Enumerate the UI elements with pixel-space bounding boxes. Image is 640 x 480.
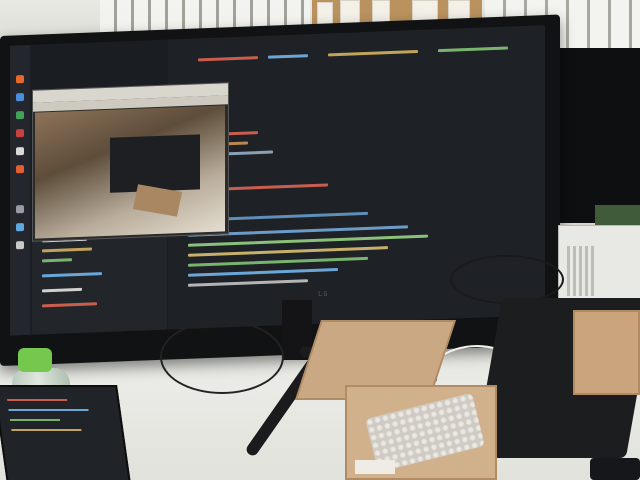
- dock-icon-gray[interactable]: [16, 147, 24, 156]
- dock-icon-gray[interactable]: [16, 205, 24, 214]
- code-line: [188, 256, 368, 267]
- black-cable: [450, 255, 564, 304]
- code-line: [7, 399, 68, 401]
- dock-icon-blue[interactable]: [16, 223, 24, 232]
- bottle-cap: [18, 348, 52, 372]
- code-line: [42, 258, 72, 263]
- laptop-screen: [0, 385, 131, 480]
- code-line: [188, 279, 308, 287]
- dock-icon-blue[interactable]: [16, 93, 24, 102]
- code-line: [9, 419, 61, 421]
- code-line: [188, 234, 428, 247]
- main-monitor: [0, 14, 560, 367]
- psu-vent-grille: [567, 246, 597, 296]
- monitor-logo: LG: [318, 290, 329, 298]
- smartphone: [590, 458, 640, 480]
- code-line: [228, 211, 368, 221]
- camera-feed-image: [35, 105, 225, 239]
- camera-preview-window[interactable]: [32, 82, 229, 242]
- code-line: [42, 287, 82, 293]
- code-line: [268, 54, 308, 59]
- code-line: [198, 56, 258, 62]
- dock-icon-red[interactable]: [16, 129, 24, 138]
- code-line: [188, 246, 388, 257]
- code-line: [218, 183, 328, 191]
- code-line: [42, 302, 97, 308]
- code-line: [438, 46, 508, 53]
- dock-icon-orange[interactable]: [16, 75, 24, 84]
- cardboard-box-right: [573, 310, 640, 395]
- black-cable: [160, 320, 284, 394]
- second-monitor: [548, 48, 640, 223]
- code-line: [188, 268, 338, 277]
- camera-feed-monitor: [110, 134, 200, 193]
- power-supply-unit: [558, 225, 640, 307]
- code-line: [8, 409, 89, 411]
- code-line: [42, 272, 102, 278]
- box-label-sticker: [355, 460, 395, 474]
- code-line: [42, 247, 92, 253]
- dock-icon-green[interactable]: [16, 111, 24, 120]
- app-dock: [10, 44, 30, 336]
- dock-icon-gray[interactable]: [16, 241, 24, 250]
- code-line: [11, 429, 82, 431]
- dock-icon-orange[interactable]: [16, 165, 24, 174]
- photo-scene: LG: [0, 0, 640, 480]
- code-line: [328, 49, 418, 57]
